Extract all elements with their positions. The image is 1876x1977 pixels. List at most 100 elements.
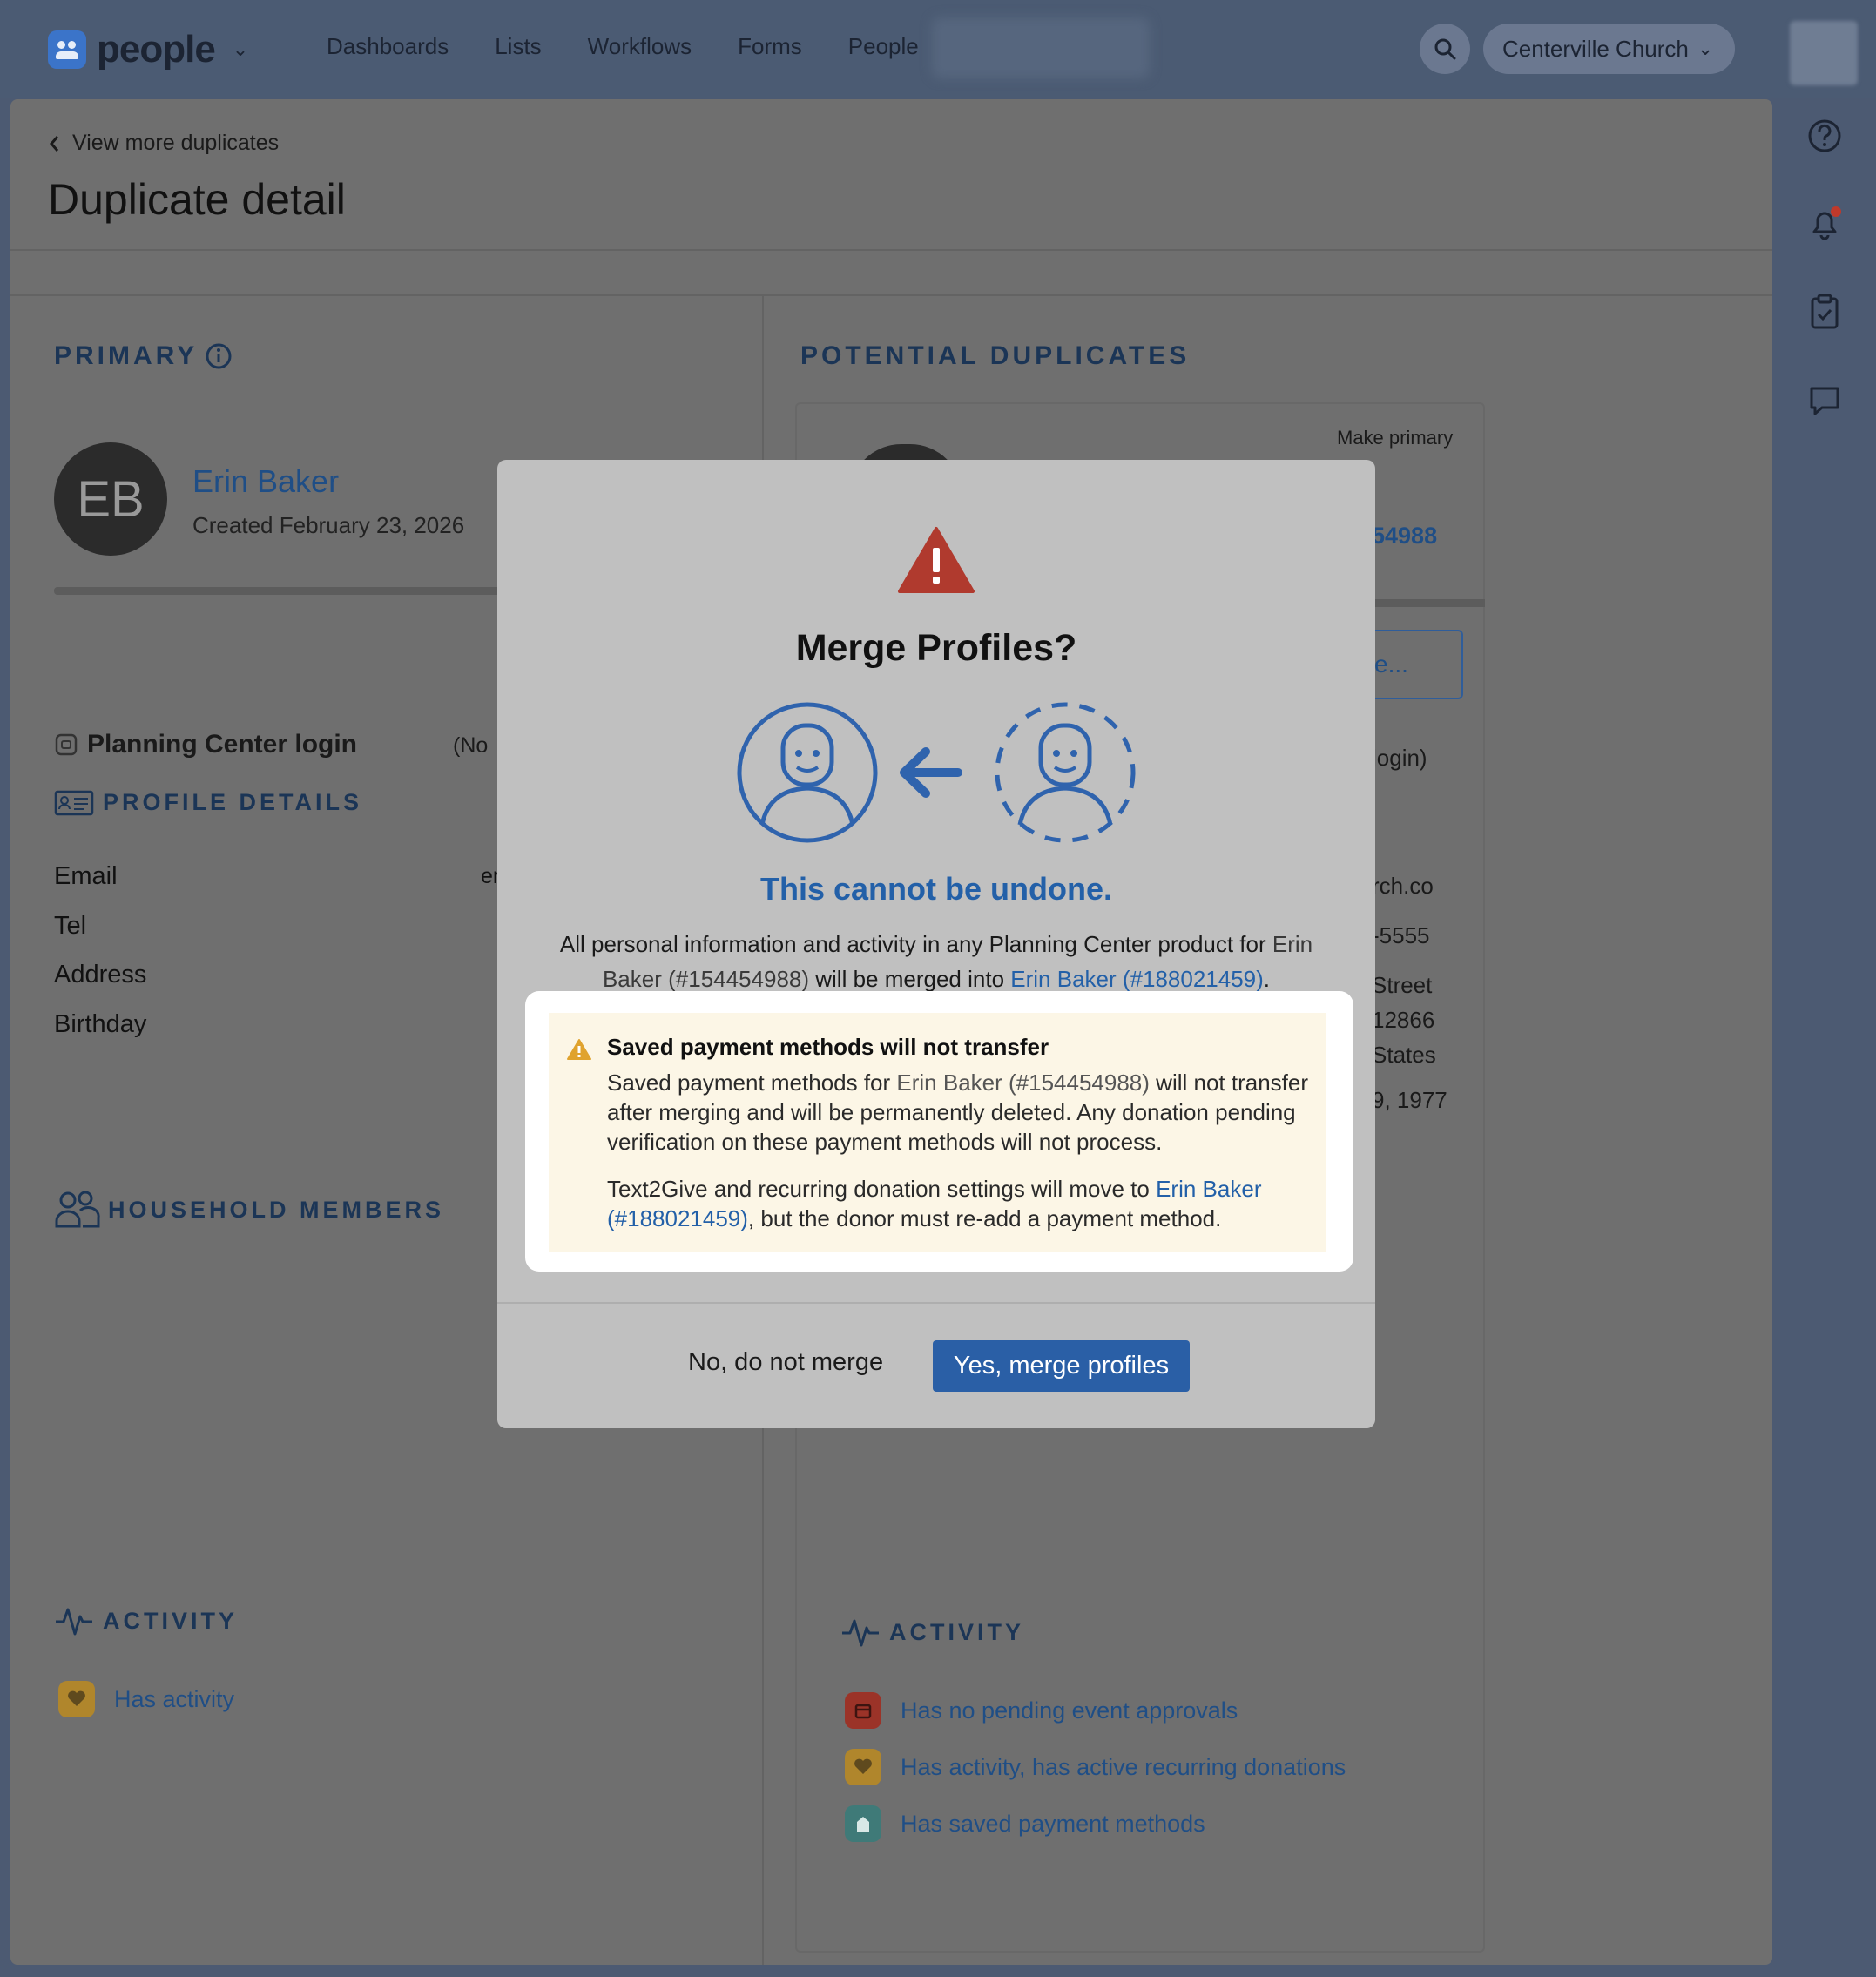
confirm-merge-button[interactable]: Yes, merge profiles (933, 1340, 1190, 1392)
login-label: Planning Center login (87, 730, 358, 759)
created-date: Created February 23, 2026 (192, 512, 465, 538)
chevron-down-icon: ⌄ (1697, 37, 1714, 59)
activity-item-label: Has activity (114, 1685, 235, 1712)
cannot-be-undone-text: This cannot be undone. (760, 871, 1112, 907)
profile-completeness-bar (1359, 599, 1485, 607)
arrow-left-icon (900, 747, 962, 798)
make-primary-link[interactable]: Make primary (1337, 427, 1453, 449)
nav-workflows[interactable]: Workflows (588, 33, 692, 60)
activity-item[interactable]: Has activity, has active recurring donat… (845, 1749, 1346, 1785)
warning-triangle-icon (898, 527, 975, 593)
nav-lists[interactable]: Lists (495, 33, 541, 60)
household-members-title: HOUSEHOLD MEMBERS (54, 1190, 444, 1230)
duplicate-activity-title: ACTIVITY (840, 1616, 1024, 1649)
main-nav: Dashboards Lists Workflows Forms People (327, 33, 965, 60)
modal-footer-divider (497, 1302, 1375, 1304)
people-app-icon (48, 30, 86, 69)
warning-icon (567, 1039, 591, 1060)
breadcrumb[interactable]: View more duplicates (48, 131, 279, 156)
user-avatar[interactable] (1790, 21, 1858, 85)
app-switcher[interactable]: people ⌄ (48, 28, 248, 71)
heart-icon (845, 1749, 881, 1785)
giving-icon (845, 1805, 881, 1842)
search-button[interactable] (1420, 24, 1470, 74)
organization-name: Centerville Church (1502, 35, 1689, 62)
page-title: Duplicate detail (48, 175, 346, 224)
notice-paragraph-1: Saved payment methods for Erin Baker (#1… (607, 1068, 1317, 1157)
notice-paragraph-2: Text2Give and recurring donation setting… (607, 1174, 1317, 1233)
duplicate-address-line3: States (1372, 1042, 1436, 1068)
search-icon (1434, 38, 1456, 60)
duplicate-login-value: login) (1372, 745, 1427, 771)
login-value: (No (453, 733, 489, 758)
email-label: Email (54, 862, 118, 890)
id-card-icon (54, 790, 94, 815)
activity-pulse-icon (842, 1619, 879, 1647)
avatar: EB (54, 442, 167, 556)
duplicate-person-icon (995, 702, 1136, 843)
login-badge-icon (55, 733, 78, 756)
info-icon[interactable] (205, 342, 233, 370)
modal-title: Merge Profiles? (795, 627, 1077, 669)
chevron-left-icon (50, 135, 59, 152)
activity-item[interactable]: Has activity (58, 1681, 234, 1717)
organization-switcher[interactable]: Centerville Church ⌄ (1483, 24, 1735, 74)
nav-dashboards[interactable]: Dashboards (327, 33, 449, 60)
notice-title: Saved payment methods will not transfer (607, 1034, 1049, 1060)
clipboard-check-icon[interactable] (1805, 293, 1844, 331)
household-icon (55, 1191, 100, 1228)
duplicate-birthday-value: 9, 1977 (1372, 1087, 1447, 1113)
activity-item-label: Has saved payment methods (901, 1810, 1205, 1837)
notice-text: , but the donor must re-add a payment me… (747, 1205, 1222, 1231)
activity-item[interactable]: Has no pending event approvals (845, 1692, 1238, 1729)
chevron-down-icon: ⌄ (232, 38, 249, 60)
merge-description: All personal information and activity in… (544, 927, 1328, 996)
activity-label: ACTIVITY (889, 1618, 1025, 1645)
calendar-icon (845, 1692, 881, 1729)
notice-text: Saved payment methods for (607, 1069, 897, 1096)
activity-pulse-icon (56, 1608, 92, 1636)
body-text: will be merged into (809, 966, 1011, 992)
duplicate-tel-value: -5555 (1372, 922, 1430, 948)
birthday-label: Birthday (54, 1010, 147, 1038)
primary-person-icon (737, 702, 878, 843)
heart-icon (58, 1681, 95, 1717)
activity-item-label: Has no pending event approvals (901, 1697, 1238, 1724)
primary-label: PRIMARY (54, 341, 199, 370)
household-label: HOUSEHOLD MEMBERS (108, 1196, 445, 1223)
body-text: All personal information and activity in… (559, 931, 1272, 957)
chat-icon[interactable] (1805, 381, 1844, 420)
redacted-nav-area (932, 17, 1150, 78)
potential-duplicates-title: POTENTIAL DUPLICATES (800, 341, 1191, 370)
target-profile-link[interactable]: Erin Baker (#188021459) (1010, 966, 1264, 992)
activity-item-label: Has activity, has active recurring donat… (901, 1753, 1346, 1780)
nav-forms[interactable]: Forms (738, 33, 802, 60)
nav-people[interactable]: People (848, 33, 919, 60)
cancel-merge-button[interactable]: No, do not merge (688, 1348, 883, 1377)
profile-details-title: PROFILE DETAILS (54, 789, 362, 816)
activity-title: ACTIVITY (54, 1604, 238, 1637)
primary-profile-name-link[interactable]: Erin Baker (192, 463, 339, 500)
duplicate-address-line1: Street (1372, 972, 1433, 998)
source-profile-name: Erin Baker (#154454988) (896, 1069, 1150, 1096)
merge-profiles-graphic (737, 702, 1136, 843)
profile-details-label: PROFILE DETAILS (103, 789, 363, 815)
divider (10, 294, 1772, 296)
activity-item[interactable]: Has saved payment methods (845, 1805, 1205, 1842)
duplicate-id[interactable]: 54988 (1372, 523, 1437, 550)
notifications-bell-icon[interactable] (1805, 204, 1844, 242)
divider (10, 249, 1772, 251)
help-icon[interactable] (1805, 117, 1844, 155)
body-text: . (1263, 966, 1271, 992)
activity-label: ACTIVITY (103, 1607, 239, 1634)
app-name: people (97, 28, 216, 71)
tel-label: Tel (54, 912, 87, 940)
planning-center-login-row: Planning Center login (54, 730, 357, 759)
duplicate-address-line2: 12866 (1372, 1007, 1435, 1033)
primary-section-title: PRIMARY (54, 341, 233, 371)
address-label: Address (54, 961, 147, 988)
profile-completeness-bar (54, 587, 507, 595)
notice-text: Text2Give and recurring donation setting… (607, 1176, 1157, 1202)
breadcrumb-label: View more duplicates (72, 131, 280, 155)
duplicate-email-value: rch.co (1372, 873, 1434, 899)
